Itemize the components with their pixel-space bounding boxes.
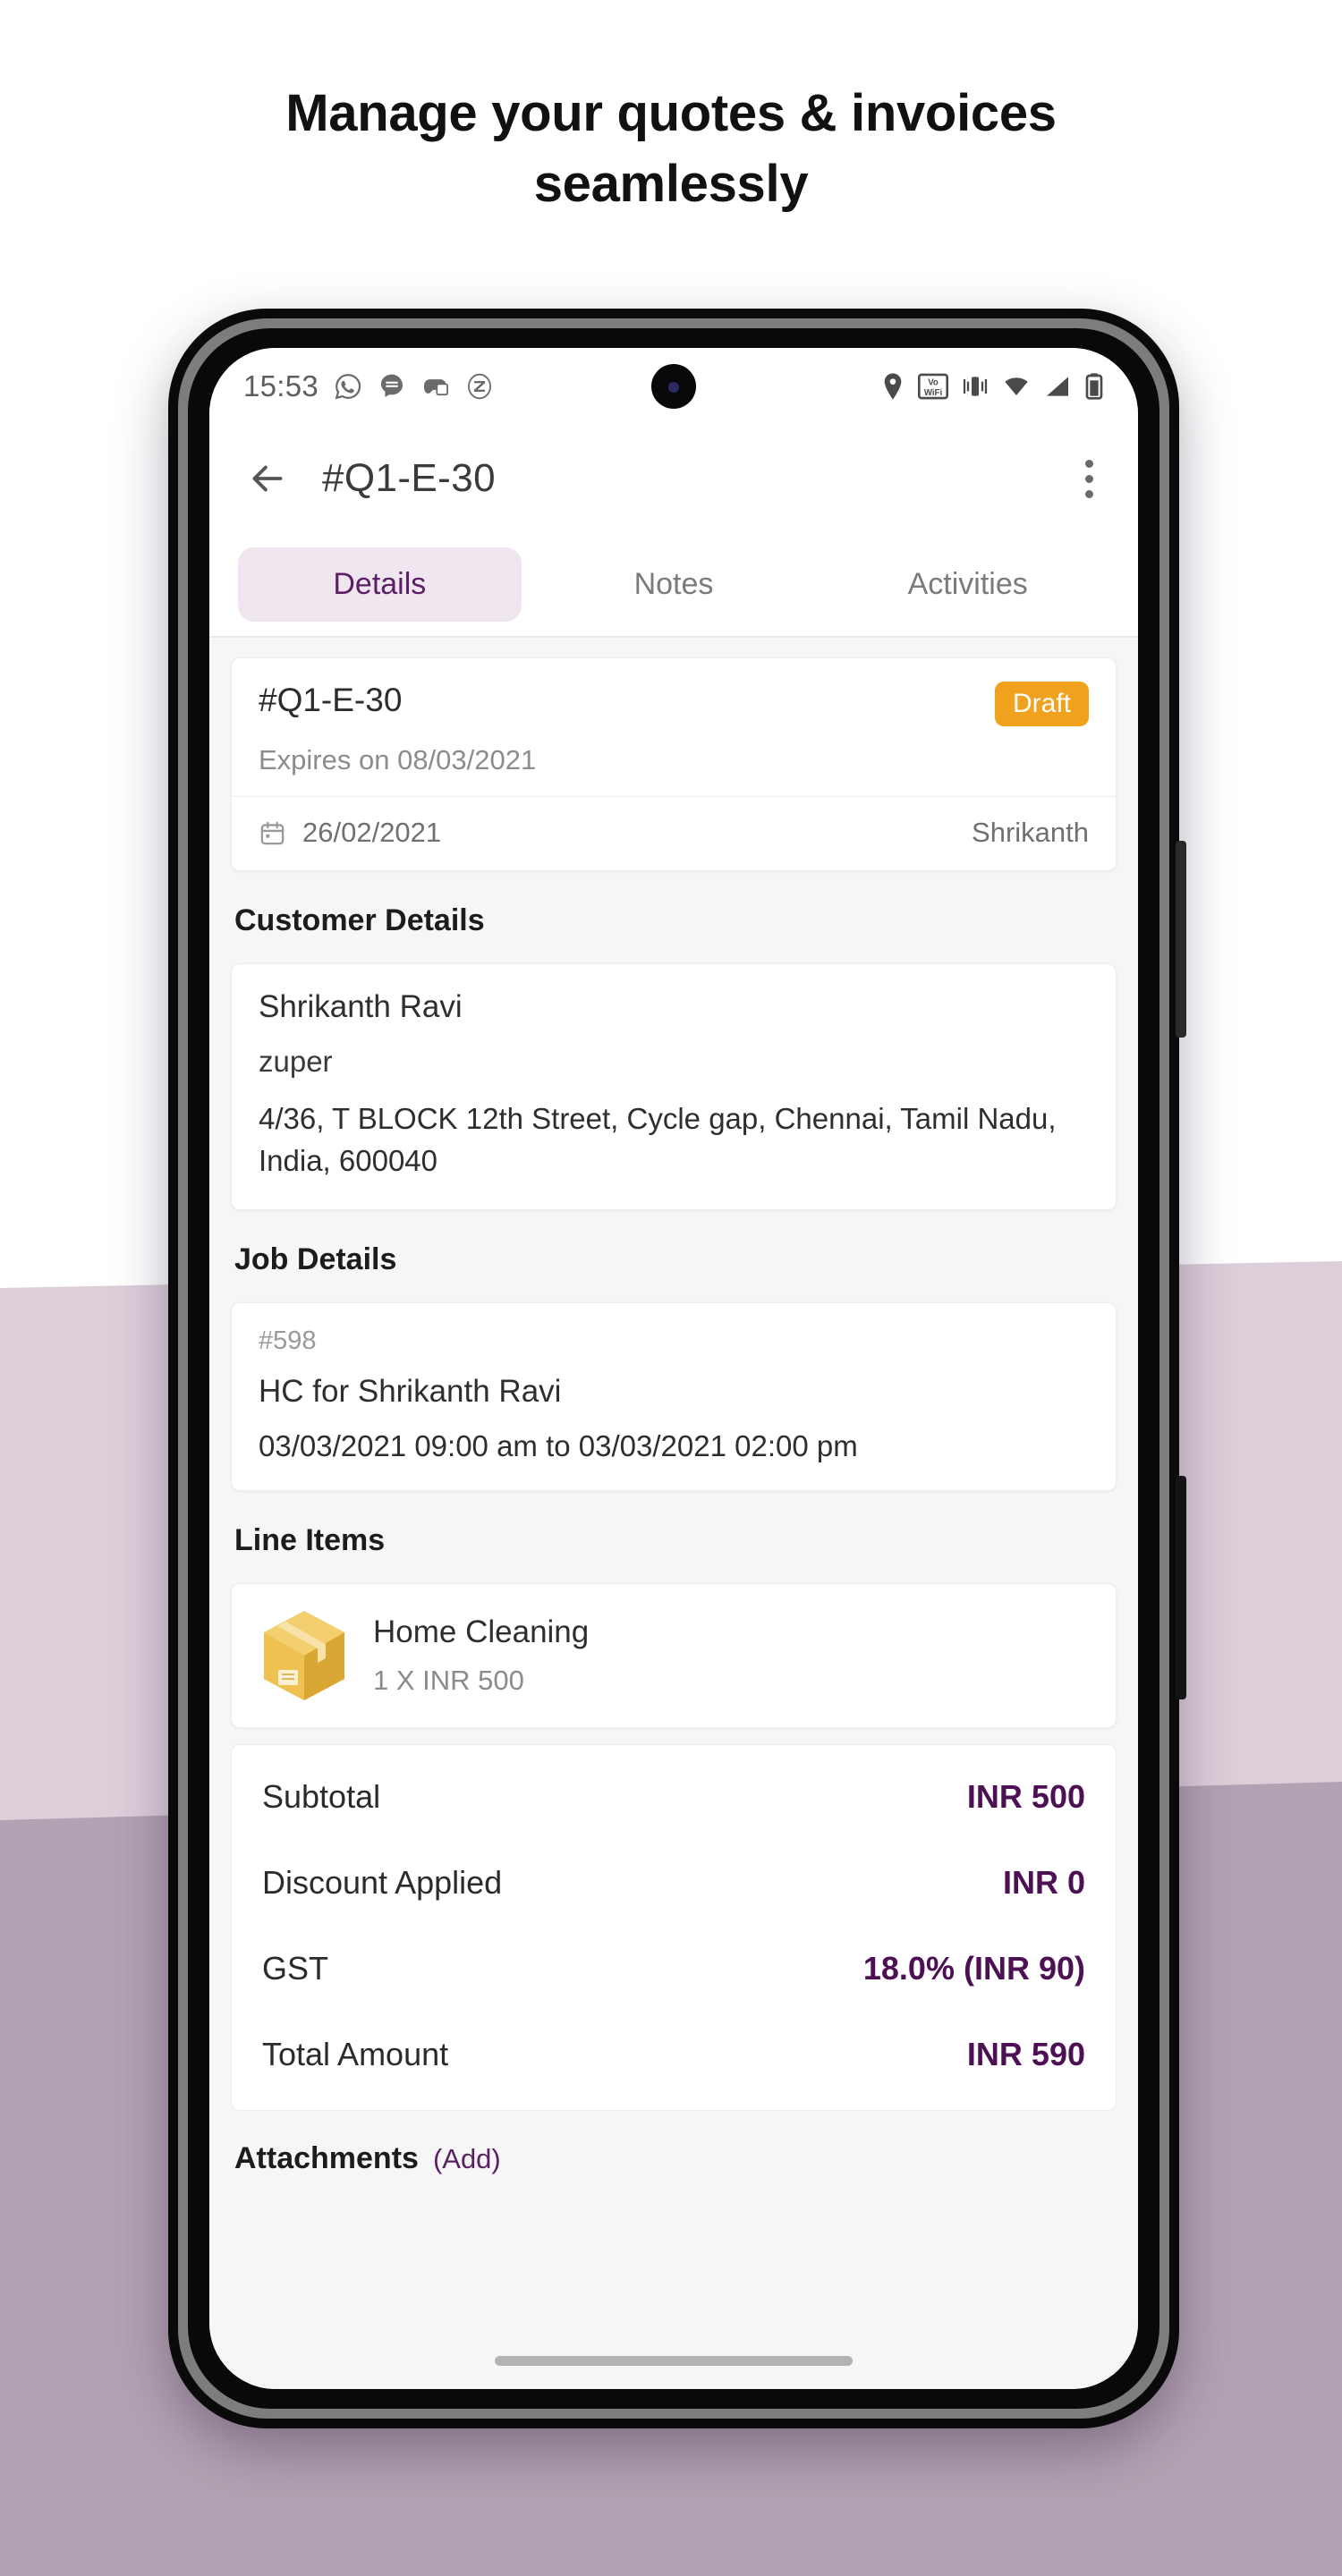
- line-items-heading: Line Items: [234, 1522, 386, 1557]
- headline-line-1: Manage your quotes & invoices: [285, 84, 1057, 142]
- status-bar: 15:53 Vo WiFi: [209, 348, 1138, 425]
- location-icon: [884, 373, 902, 400]
- vibrate-icon: [963, 377, 988, 396]
- gst-value: 18.0% (INR 90): [862, 1949, 1085, 1987]
- job-id: #598: [259, 1326, 317, 1355]
- job-schedule: 03/03/2021 09:00 am to 03/03/2021 02:00 …: [259, 1428, 858, 1462]
- back-arrow-icon[interactable]: [245, 456, 290, 501]
- volume-button[interactable]: [1176, 841, 1186, 1038]
- message-icon: [381, 374, 403, 397]
- attachments-heading: Attachments: [234, 2140, 419, 2175]
- phone-frame: 15:53 Vo WiFi #Q1-E-30 Details Notes Act…: [168, 309, 1186, 2428]
- discount-value: INR 0: [1002, 1863, 1085, 1901]
- total-amount-label: Total Amount: [262, 2035, 449, 2072]
- discount-label: Discount Applied: [262, 1863, 503, 1901]
- line-item-name: Home Cleaning: [373, 1614, 590, 1649]
- status-time: 15:53: [243, 369, 319, 402]
- total-row-subtotal: Subtotal INR 500: [262, 1754, 1085, 1840]
- customer-org: zuper: [259, 1045, 333, 1078]
- job-details-card[interactable]: #598 HC for Shrikanth Ravi 03/03/2021 09…: [231, 1301, 1117, 1491]
- line-item-text: Home Cleaning 1 X INR 500: [373, 1614, 589, 1697]
- subtotal-label: Subtotal: [262, 1777, 381, 1815]
- status-bar-left: 15:53: [243, 369, 494, 403]
- job-details-body: #598 HC for Shrikanth Ravi 03/03/2021 09…: [232, 1303, 1116, 1490]
- total-row-discount: Discount Applied INR 0: [262, 1840, 1085, 1926]
- headline-line-2: seamlessly: [533, 154, 809, 213]
- phone-screen: 15:53 Vo WiFi #Q1-E-30 Details Notes Act…: [209, 348, 1138, 2389]
- battery-icon: [1085, 373, 1103, 400]
- vowifi-icon: Vo WiFi: [918, 373, 948, 400]
- quote-expiry: Expires on 08/03/2021: [259, 744, 537, 775]
- page-title: #Q1-E-30: [322, 456, 496, 500]
- page-root: Manage your quotes & invoices seamlessly…: [0, 0, 1342, 2576]
- quote-summary-top: #Q1-E-30 Draft Expires on 08/03/2021: [232, 658, 1116, 797]
- page-headline: Manage your quotes & invoices seamlessly: [0, 79, 1342, 220]
- customer-details-card[interactable]: Shrikanth Ravi zuper 4/36, T BLOCK 12th …: [231, 963, 1117, 1210]
- quote-summary-bottom: 26/02/2021 Shrikanth: [232, 797, 1116, 870]
- line-item-body: Home Cleaning 1 X INR 500: [232, 1584, 1116, 1727]
- job-details-heading: Job Details: [234, 1241, 397, 1276]
- subtotal-value: INR 500: [966, 1777, 1085, 1815]
- svg-text:WiFi: WiFi: [924, 388, 942, 398]
- line-item-price: 1 X INR 500: [373, 1664, 524, 1696]
- customer-name: Shrikanth Ravi: [259, 989, 463, 1024]
- quote-summary-card[interactable]: #Q1-E-30 Draft Expires on 08/03/2021 26/…: [231, 657, 1117, 871]
- power-button[interactable]: [1176, 1476, 1186, 1699]
- zoho-icon: [468, 373, 492, 400]
- home-indicator[interactable]: [209, 2332, 1138, 2389]
- quote-id-row: #Q1-E-30 Draft: [259, 682, 1089, 726]
- game-icon: [424, 379, 449, 396]
- customer-address: 4/36, T BLOCK 12th Street, Cycle gap, Ch…: [259, 1102, 1057, 1177]
- total-amount-value: INR 590: [966, 2035, 1085, 2072]
- totals-card: Subtotal INR 500 Discount Applied INR 0 …: [231, 1743, 1117, 2111]
- customer-details-body: Shrikanth Ravi zuper 4/36, T BLOCK 12th …: [232, 964, 1116, 1209]
- total-row-gst: GST 18.0% (INR 90): [262, 1926, 1085, 2012]
- app-bar: #Q1-E-30: [209, 425, 1138, 532]
- signal-icon: [1047, 377, 1068, 396]
- tab-bar: Details Notes Activities: [209, 532, 1138, 638]
- more-vertical-icon[interactable]: [1076, 451, 1102, 507]
- details-scroll-area[interactable]: #Q1-E-30 Draft Expires on 08/03/2021 26/…: [209, 638, 1138, 2332]
- attachments-section: Attachments (Add): [209, 2111, 1138, 2185]
- package-box-icon: [264, 1610, 344, 1700]
- add-attachment-link[interactable]: (Add): [433, 2143, 501, 2175]
- tab-details[interactable]: Details: [238, 547, 522, 622]
- job-name: HC for Shrikanth Ravi: [259, 1373, 562, 1409]
- calendar-icon: [260, 821, 285, 844]
- front-camera-punch-hole: [651, 364, 696, 409]
- status-badge: Draft: [994, 682, 1089, 726]
- svg-text:Vo: Vo: [928, 378, 939, 388]
- wifi-icon: [1005, 377, 1028, 395]
- quote-date: 26/02/2021: [302, 817, 442, 848]
- status-bar-right: Vo WiFi: [881, 372, 1104, 401]
- whatsapp-icon: [335, 374, 361, 400]
- line-item-row[interactable]: Home Cleaning 1 X INR 500: [231, 1582, 1117, 1728]
- tab-notes[interactable]: Notes: [532, 547, 816, 622]
- quote-owner: Shrikanth: [972, 817, 1089, 848]
- tab-activities[interactable]: Activities: [826, 547, 1109, 622]
- gst-label: GST: [262, 1949, 329, 1987]
- quote-id: #Q1-E-30: [259, 682, 403, 718]
- total-row-total: Total Amount INR 590: [262, 2012, 1085, 2097]
- customer-details-heading: Customer Details: [234, 903, 485, 937]
